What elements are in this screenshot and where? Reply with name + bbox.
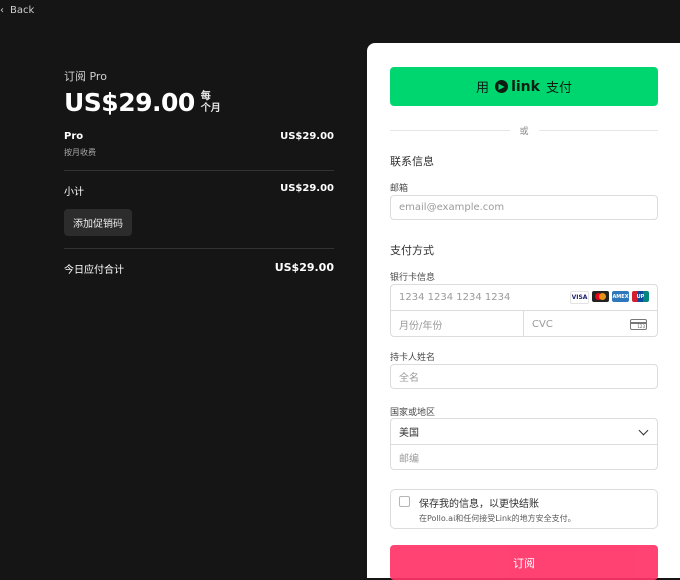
billing-period: 每 个月 [201,91,221,115]
visa-icon: VISA [570,291,589,304]
cardholder-name-label: 持卡人姓名 [390,353,436,363]
save-info-option[interactable]: 保存我的信息，以更快结账 在Pollo.ai和任何接受Link的地方安全支付。 [390,489,658,529]
card-row-2: 月份/年份 CVC [391,311,657,337]
separator-line [538,130,659,131]
amex-icon: AMEX [612,291,629,302]
cardholder-name-field[interactable]: 全名 [390,364,658,389]
or-separator: 或 [390,124,659,137]
link-prefix: 用 [476,81,490,96]
card-info-label: 银行卡信息 [390,273,436,283]
chevron-left-icon: ‹ [0,5,4,16]
subtotal-label: 小计 [64,187,84,198]
subscribe-button[interactable]: 订阅 [390,545,658,580]
order-summary: 订阅 Pro US$29.00 每 个月 Pro US$29.00 按月收费 小… [64,68,334,276]
save-info-title: 保存我的信息，以更快结账 [419,499,539,510]
card-cvc-icon [630,318,647,330]
or-label: 或 [519,127,529,137]
add-promo-code-button[interactable]: 添加促销码 [64,209,132,236]
link-suffix: 支付 [545,81,572,96]
plan-title: 订阅 Pro [64,70,107,83]
plan-price: US$29.00 [64,88,195,117]
link-logo: ▶ link [495,79,540,95]
separator-line [390,130,510,131]
line-item: Pro US$29.00 [64,131,334,142]
card-number-input[interactable]: 1234 1234 1234 1234 VISA AMEX UP [391,285,657,311]
payment-panel: 用 ▶ link 支付 或 联系信息 邮箱 email@example.com … [367,43,680,580]
unionpay-icon: UP [632,291,649,302]
pay-with-link-button[interactable]: 用 ▶ link 支付 [390,67,658,106]
contact-info-title: 联系信息 [390,155,434,168]
zip-field[interactable]: 邮编 [391,445,657,470]
cvc-placeholder: CVC [532,318,553,330]
total-row: 今日应付合计 US$29.00 [64,261,334,276]
mastercard-icon [592,291,609,302]
back-link[interactable]: ‹ Back [0,5,34,16]
link-arrow-icon: ▶ [495,80,509,93]
card-brands: VISA AMEX UP [570,291,649,304]
email-field[interactable]: email@example.com [390,195,658,220]
period-line-2: 个月 [200,102,221,114]
country-value: 美国 [399,428,419,439]
email-label: 邮箱 [390,184,409,194]
save-info-checkbox[interactable] [399,496,410,507]
subtotal-row: 小计 US$29.00 [64,183,334,198]
divider [64,248,334,249]
subtotal-amount: US$29.00 [280,183,334,194]
period-line-1: 每 [200,90,211,102]
payment-method-title: 支付方式 [390,244,434,257]
total-label: 今日应付合计 [64,265,124,276]
cvc-input[interactable]: CVC [524,311,657,337]
country-label: 国家或地区 [390,408,436,418]
price-row: US$29.00 每 个月 [64,88,334,117]
country-select[interactable]: 美国 [391,419,657,445]
link-brand: link [511,78,540,95]
chevron-down-icon [638,425,649,435]
item-name: Pro [64,131,84,142]
expiry-input[interactable]: 月份/年份 [391,311,524,337]
total-amount: US$29.00 [274,261,334,274]
divider [64,170,334,171]
card-input-group: 1234 1234 1234 1234 VISA AMEX UP 月份/年份 C… [390,284,658,337]
address-group: 美国 邮编 [390,418,658,470]
back-label: Back [10,5,35,16]
item-amount: US$29.00 [280,131,334,142]
item-billing-note: 按月收费 [64,148,96,157]
card-number-placeholder: 1234 1234 1234 1234 [399,292,511,303]
save-info-description: 在Pollo.ai和任何接受Link的地方安全支付。 [419,514,576,523]
